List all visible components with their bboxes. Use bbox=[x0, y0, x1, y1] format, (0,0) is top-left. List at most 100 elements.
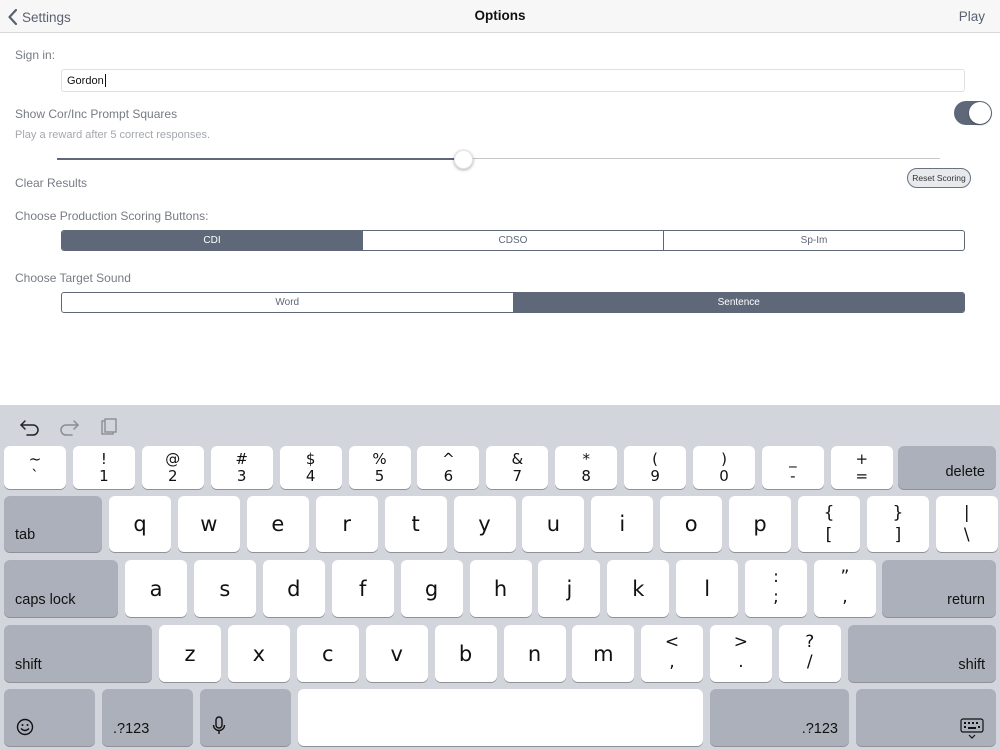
slider-thumb[interactable] bbox=[454, 150, 474, 169]
key-11-lower: - bbox=[790, 467, 796, 485]
key--[interactable]: _ - bbox=[761, 446, 824, 489]
key-0-lower: ` bbox=[31, 467, 39, 485]
target-sound-label: Choose Target Sound bbox=[15, 271, 131, 285]
numbers-key-right[interactable]: .?123 bbox=[710, 689, 849, 746]
segment-cdi[interactable]: CDI bbox=[62, 231, 363, 250]
key-q-label: q bbox=[133, 512, 147, 536]
segment-sentence[interactable]: Sentence bbox=[513, 293, 964, 312]
key-s[interactable]: s bbox=[193, 560, 256, 617]
key-sym4-2[interactable]: ? / bbox=[778, 625, 841, 682]
segment-sp-im[interactable]: Sp-Im bbox=[664, 231, 964, 250]
key-4[interactable]: $4 bbox=[279, 446, 342, 489]
return-key[interactable]: return bbox=[882, 560, 996, 617]
scoring-buttons-label: Choose Production Scoring Buttons: bbox=[15, 209, 209, 223]
undo-icon[interactable] bbox=[19, 417, 41, 437]
key-6[interactable]: ^ 6 bbox=[417, 446, 480, 489]
key-s-label: s bbox=[219, 576, 231, 601]
key-a[interactable]: a bbox=[125, 560, 187, 617]
key-l[interactable]: l bbox=[676, 560, 739, 617]
microphone-icon bbox=[212, 716, 226, 734]
reward-hint: Play a reward after 5 correct responses. bbox=[15, 129, 211, 141]
shift-right-key[interactable]: shift bbox=[848, 625, 996, 682]
play-button[interactable]: Play bbox=[959, 9, 985, 24]
tab-key[interactable]: tab bbox=[4, 496, 102, 552]
key-v-label: v bbox=[390, 641, 403, 666]
key-g[interactable]: g bbox=[400, 560, 463, 617]
reward-slider[interactable] bbox=[57, 149, 940, 169]
segment-cdso[interactable]: CDSO bbox=[363, 231, 664, 250]
key-10-upper: ) bbox=[721, 450, 727, 468]
sym4-upper-0: < bbox=[664, 632, 680, 652]
key-r[interactable]: r bbox=[315, 496, 378, 552]
scoring-buttons-control: CDI CDSO Sp-Im bbox=[61, 230, 965, 251]
key-5-upper: % bbox=[372, 450, 387, 468]
key-`[interactable]: ~ ` bbox=[4, 446, 66, 489]
sign-in-field[interactable]: Gordon bbox=[61, 69, 965, 92]
key-8[interactable]: * 8 bbox=[555, 446, 618, 489]
prompt-squares-toggle[interactable] bbox=[954, 101, 992, 125]
dictation-key[interactable] bbox=[200, 689, 291, 746]
key-sym-2[interactable]: | \ bbox=[935, 496, 998, 552]
key-11-upper: _ bbox=[789, 450, 797, 468]
key-y[interactable]: y bbox=[453, 496, 516, 552]
options-screen: Settings Options Play Sign in: Gordon Sh… bbox=[0, 0, 1000, 750]
segment-word[interactable]: Word bbox=[62, 293, 514, 312]
key-=[interactable]: + = bbox=[830, 446, 893, 489]
key-sym-0[interactable]: {[ bbox=[798, 496, 860, 552]
key-sym3-0[interactable]: :; bbox=[745, 560, 807, 617]
sym-upper-0: { bbox=[823, 503, 835, 523]
redo-icon[interactable] bbox=[58, 417, 80, 437]
key-12-upper: + bbox=[855, 450, 869, 468]
key-u[interactable]: u bbox=[522, 496, 585, 552]
numbers-key-left[interactable]: .?123 bbox=[102, 689, 193, 746]
key-c[interactable]: c bbox=[296, 625, 359, 682]
key-sym3-1[interactable]: ”, bbox=[813, 560, 876, 617]
key-sym4-0[interactable]: <, bbox=[641, 625, 703, 682]
key-w[interactable]: w bbox=[177, 496, 240, 552]
key-f[interactable]: f bbox=[331, 560, 394, 617]
key-k[interactable]: k bbox=[607, 560, 670, 617]
key-o[interactable]: o bbox=[660, 496, 723, 552]
key-m[interactable]: m bbox=[572, 625, 635, 682]
key-0[interactable]: ) 0 bbox=[693, 446, 755, 489]
key-sym4-1[interactable]: >. bbox=[709, 625, 772, 682]
key-1[interactable]: ! 1 bbox=[72, 446, 135, 489]
key-n[interactable]: n bbox=[503, 625, 566, 682]
key-7[interactable]: & 7 bbox=[486, 446, 549, 489]
sym3-lower-1: , bbox=[842, 587, 848, 607]
key-b[interactable]: b bbox=[434, 625, 497, 682]
sign-in-value: Gordon bbox=[67, 74, 104, 87]
sym3-upper-0: : bbox=[773, 567, 779, 587]
key-z[interactable]: z bbox=[159, 625, 221, 682]
reset-scoring-button[interactable]: Reset Scoring bbox=[907, 168, 971, 188]
key-3[interactable]: #3 bbox=[210, 446, 273, 489]
space-bar[interactable] bbox=[298, 689, 703, 746]
shift-left-key[interactable]: shift bbox=[4, 625, 152, 682]
key-sym-1[interactable]: }] bbox=[866, 496, 929, 552]
key-5[interactable]: % 5 bbox=[348, 446, 411, 489]
key-p[interactable]: p bbox=[729, 496, 792, 552]
text-caret bbox=[104, 74, 106, 87]
key-j[interactable]: j bbox=[538, 560, 601, 617]
key-i[interactable]: i bbox=[591, 496, 654, 552]
clear-results-label: Clear Results bbox=[15, 176, 88, 190]
key-q[interactable]: q bbox=[109, 496, 171, 552]
key-x[interactable]: x bbox=[227, 625, 290, 682]
sym-lower-1: ] bbox=[894, 525, 902, 545]
key-d[interactable]: d bbox=[262, 560, 325, 617]
emoji-key[interactable] bbox=[4, 689, 95, 746]
key-2[interactable]: @2 bbox=[141, 446, 204, 489]
key-e[interactable]: e bbox=[246, 496, 309, 552]
delete-key[interactable]: delete bbox=[898, 446, 996, 489]
key-9[interactable]: (9 bbox=[624, 446, 687, 489]
hide-keyboard-key[interactable] bbox=[856, 689, 996, 746]
sym4-upper-2: ? bbox=[805, 632, 815, 652]
sym3-upper-1: ” bbox=[840, 567, 850, 587]
key-h[interactable]: h bbox=[469, 560, 532, 617]
key-t[interactable]: t bbox=[384, 496, 447, 552]
target-sound-control: Word Sentence bbox=[61, 292, 965, 313]
key-1-upper: ! bbox=[100, 450, 107, 468]
key-v[interactable]: v bbox=[365, 625, 428, 682]
paste-icon[interactable] bbox=[97, 417, 119, 437]
caps-lock-key[interactable]: caps lock bbox=[4, 560, 118, 617]
